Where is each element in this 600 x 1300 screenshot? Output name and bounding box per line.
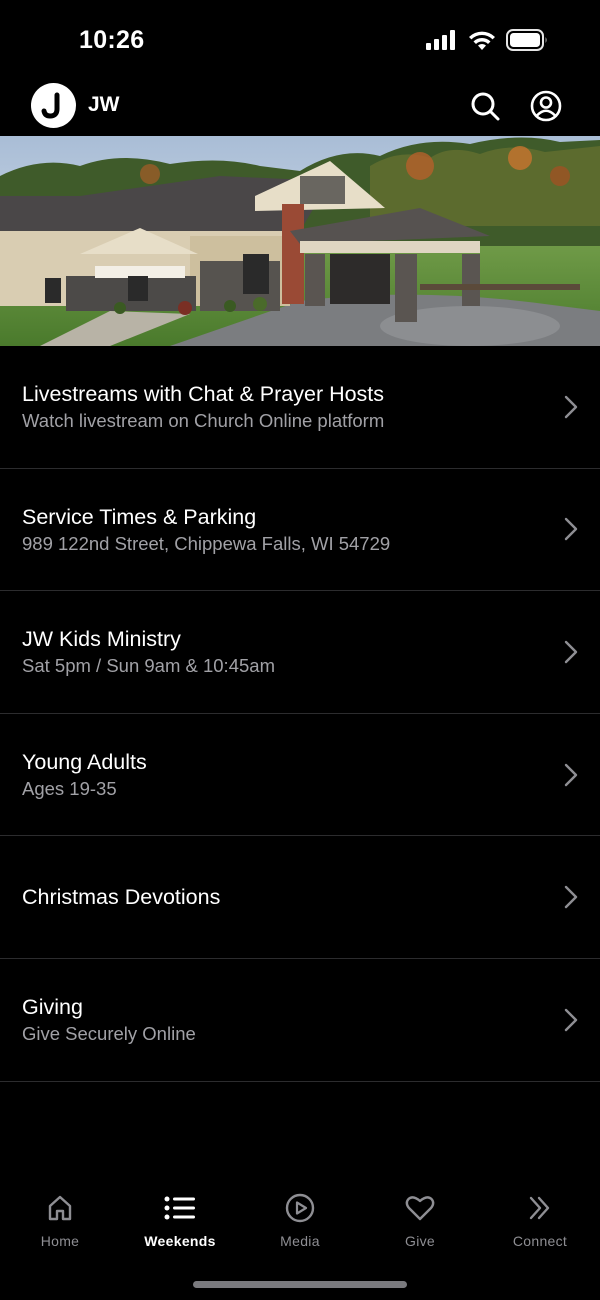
weekends-menu-list: Livestreams with Chat & Prayer Hosts Wat… (0, 346, 600, 1082)
menu-item-subtitle: 989 122nd Street, Chippewa Falls, WI 547… (22, 532, 391, 554)
play-circle-icon (284, 1192, 316, 1224)
tab-weekends[interactable]: Weekends (120, 1192, 240, 1252)
search-icon (471, 92, 500, 121)
menu-item-subtitle: Sat 5pm / Sun 9am & 10:45am (22, 655, 275, 677)
tab-label: Home (40, 1233, 80, 1249)
menu-item-subtitle: Ages 19-35 (22, 778, 117, 800)
menu-item-title: Livestreams with Chat & Prayer Hosts (22, 382, 385, 407)
account-button[interactable] (530, 90, 562, 122)
chevron-right-icon (564, 395, 578, 418)
app-title: JW (88, 93, 120, 116)
account-icon (530, 90, 562, 122)
menu-item-young-adults[interactable]: Young Adults Ages 19-35 (0, 714, 600, 837)
menu-item-title: Young Adults (22, 750, 147, 775)
menu-item-giving[interactable]: Giving Give Securely Online (0, 959, 600, 1082)
menu-item-title: Christmas Devotions (22, 885, 221, 910)
home-icon (44, 1192, 76, 1224)
wifi-icon (468, 30, 496, 56)
church-logo[interactable] (31, 83, 76, 128)
hero-church-image (0, 136, 600, 346)
menu-item-title: Giving (22, 995, 83, 1020)
home-indicator[interactable] (193, 1281, 407, 1288)
tab-connect[interactable]: Connect (480, 1192, 600, 1252)
tab-label: Weekends (144, 1233, 216, 1249)
menu-item-subtitle: Give Securely Online (22, 1023, 196, 1045)
cellular-signal-icon (426, 30, 458, 55)
list-icon (164, 1192, 196, 1224)
status-time: 10:26 (79, 26, 145, 54)
logo-j-icon (41, 92, 59, 119)
status-icons (426, 29, 548, 56)
menu-item-title: JW Kids Ministry (22, 627, 181, 652)
heart-icon (404, 1192, 436, 1224)
menu-item-subtitle: Watch livestream on Church Online platfo… (22, 410, 385, 432)
menu-item-kids-ministry[interactable]: JW Kids Ministry Sat 5pm / Sun 9am & 10:… (0, 591, 600, 714)
tab-label: Give (405, 1233, 435, 1249)
chevron-right-icon (564, 763, 578, 786)
double-chevron-right-icon (524, 1192, 556, 1224)
status-bar: 10:26 (0, 0, 600, 80)
app-header: JW (0, 80, 600, 136)
menu-item-christmas-devotions[interactable]: Christmas Devotions (0, 836, 600, 959)
tab-give[interactable]: Give (360, 1192, 480, 1252)
chevron-right-icon (564, 640, 578, 664)
tab-home[interactable]: Home (0, 1192, 120, 1252)
search-button[interactable] (469, 90, 501, 122)
chevron-right-icon (564, 518, 578, 541)
chevron-right-icon (564, 1008, 578, 1031)
menu-item-livestreams[interactable]: Livestreams with Chat & Prayer Hosts Wat… (0, 346, 600, 469)
menu-item-service-times[interactable]: Service Times & Parking 989 122nd Street… (0, 469, 600, 592)
tab-media[interactable]: Media (240, 1192, 360, 1252)
menu-item-title: Service Times & Parking (22, 504, 257, 529)
tab-label: Media (280, 1233, 320, 1249)
chevron-right-icon (564, 885, 578, 909)
battery-icon (506, 29, 548, 56)
tab-label: Connect (512, 1233, 568, 1249)
